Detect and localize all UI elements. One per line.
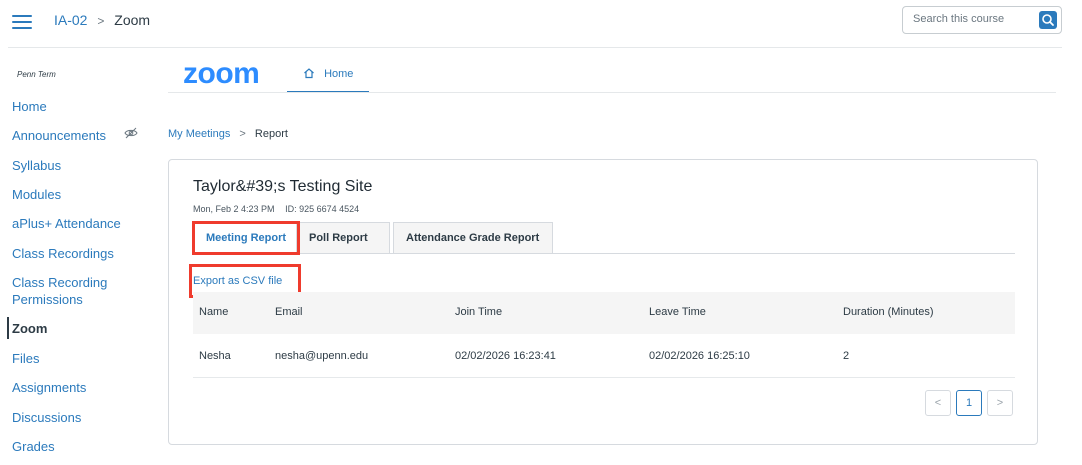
cell-join-time: 02/02/2026 16:23:41 (455, 350, 556, 362)
meeting-meta: Mon, Feb 2 4:23 PM ID: 925 6674 4524 (193, 204, 359, 214)
breadcrumb-course-link[interactable]: IA-02 (54, 12, 87, 28)
tab-attendance-grade-report[interactable]: Attendance Grade Report (393, 222, 553, 254)
zoom-header-divider (168, 92, 1056, 93)
tab-home[interactable]: Home (287, 60, 369, 92)
page-1-button[interactable]: 1 (956, 390, 982, 416)
column-header-name: Name (199, 306, 229, 318)
cell-duration: 2 (843, 350, 850, 362)
term-label: Penn Term (17, 70, 56, 79)
my-meetings-link[interactable]: My Meetings (168, 128, 230, 140)
cell-name: Nesha (199, 350, 231, 362)
breadcrumb-current: Zoom (114, 12, 151, 28)
breadcrumb-separator: > (97, 14, 105, 28)
zoom-breadcrumb-current: Report (254, 128, 288, 140)
cell-leave-time: 02/02/2026 16:25:10 (649, 350, 750, 362)
nav-item-zoom[interactable]: Zoom (12, 320, 47, 337)
hamburger-icon[interactable] (12, 12, 32, 30)
home-icon (304, 68, 314, 79)
nav-active-indicator (7, 317, 9, 339)
nav-item-class-recording-permissions[interactable]: Class Recording Permissions (12, 274, 132, 308)
previous-page-button[interactable]: < (925, 390, 951, 416)
highlight-box-meeting-report (192, 221, 300, 255)
eye-slash-icon (124, 127, 138, 139)
report-card: Taylor&#39;s Testing Site Mon, Feb 2 4:2… (168, 159, 1038, 445)
column-header-email: Email (275, 306, 303, 318)
column-header-join-time: Join Time (455, 306, 503, 318)
search-button[interactable] (1039, 11, 1057, 29)
nav-item-aplus-attendance[interactable]: aPlus+ Attendance (12, 215, 121, 232)
nav-item-files[interactable]: Files (12, 350, 39, 367)
cell-email: nesha@upenn.edu (275, 350, 369, 362)
search-placeholder: Search this course (913, 13, 1005, 25)
nav-item-grades[interactable]: Grades (12, 438, 55, 455)
search-input[interactable]: Search this course (902, 6, 1062, 34)
breadcrumb: IA-02 > Zoom (54, 11, 150, 30)
tab-home-label: Home (324, 68, 354, 80)
header-divider (8, 47, 1062, 48)
meeting-id: ID: 925 6674 4524 (285, 204, 360, 214)
tab-poll-report[interactable]: Poll Report (296, 222, 390, 254)
nav-item-syllabus[interactable]: Syllabus (12, 157, 61, 174)
nav-item-discussions[interactable]: Discussions (12, 409, 81, 426)
nav-item-announcements[interactable]: Announcements (12, 127, 106, 144)
top-header: IA-02 > Zoom Search this course (0, 0, 1082, 48)
table-header: Name Email Join Time Leave Time Duration… (193, 292, 1015, 334)
tabs-divider (193, 253, 1015, 254)
meeting-title: Taylor&#39;s Testing Site (193, 178, 373, 195)
next-page-button[interactable]: > (987, 390, 1013, 416)
nav-item-class-recordings[interactable]: Class Recordings (12, 245, 114, 262)
nav-item-home[interactable]: Home (12, 98, 47, 115)
column-header-leave-time: Leave Time (649, 306, 706, 318)
nav-item-modules[interactable]: Modules (12, 186, 61, 203)
zoom-breadcrumb: My Meetings > Report (168, 128, 288, 140)
zoom-breadcrumb-separator: > (239, 128, 246, 140)
nav-item-assignments[interactable]: Assignments (12, 379, 86, 396)
table-row: Nesha nesha@upenn.edu 02/02/2026 16:23:4… (193, 334, 1015, 378)
search-icon (1042, 14, 1054, 26)
meeting-date: Mon, Feb 2 4:23 PM (193, 204, 275, 214)
column-header-duration: Duration (Minutes) (843, 306, 934, 318)
zoom-logo: zoom (183, 57, 260, 90)
